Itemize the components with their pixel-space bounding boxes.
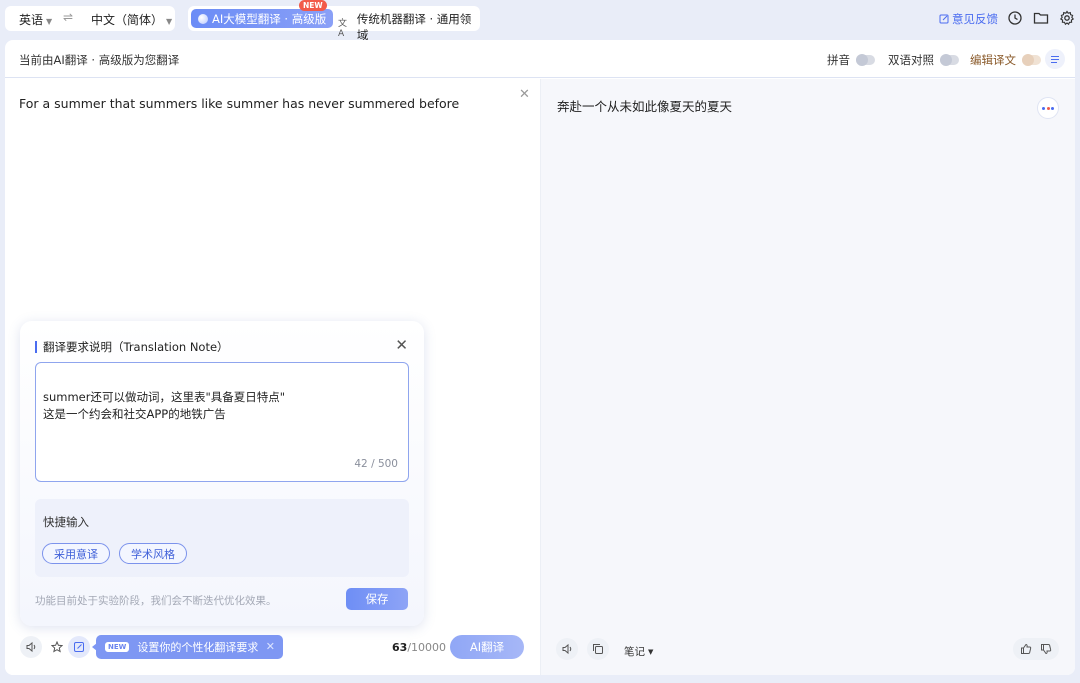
pinyin-label: 拼音: [827, 53, 850, 67]
source-language-dropdown[interactable]: 英语 ▼: [19, 11, 52, 28]
translation-note-popup: 翻译要求说明（Translation Note） ✕ summer还可以做动词，…: [20, 321, 424, 626]
notes-label: 笔记: [624, 646, 645, 658]
note-title: 翻译要求说明（Translation Note）: [35, 341, 229, 353]
translate-icon: 文A: [338, 18, 348, 39]
clear-icon[interactable]: ✕: [519, 87, 530, 102]
thumbs-up-icon[interactable]: [1020, 643, 1032, 655]
target-pane: 奔赴一个从未如此像夏天的夏天: [540, 79, 1075, 675]
speaker-icon: [562, 643, 572, 655]
chip-free-translation[interactable]: 采用意译: [42, 543, 110, 564]
translation-panel: 当前由AI翻译 · 高级版为您翻译 拼音 双语对照 编辑译文 For a sum…: [5, 40, 1075, 675]
speaker-button[interactable]: [20, 636, 42, 658]
translation-mode-tabs: AI大模型翻译 · 高级版 NEW 文A 传统机器翻译 · 通用领域: [188, 0, 480, 42]
target-language-label: 中文（简体）: [91, 13, 164, 27]
note-textarea[interactable]: summer还可以做动词，这里表"具备夏日特点" 这是一个约会和社交APP的地铁…: [35, 362, 409, 482]
gear-icon[interactable]: [1059, 10, 1075, 26]
swap-languages-icon[interactable]: ⇌: [63, 10, 73, 24]
quick-input-section: 快捷输入 采用意译 学术风格: [35, 499, 409, 577]
bilingual-toggle[interactable]: [940, 54, 959, 66]
close-icon[interactable]: ✕: [266, 640, 275, 653]
tab-mt-label: 传统机器翻译 · 通用领域: [356, 12, 472, 42]
tab-ai-translation[interactable]: AI大模型翻译 · 高级版: [191, 9, 334, 28]
ai-assistant-icon[interactable]: [1037, 97, 1059, 119]
target-speaker-button[interactable]: [556, 638, 578, 660]
chip-academic-style[interactable]: 学术风格: [119, 543, 187, 564]
translation-output: 奔赴一个从未如此像夏天的夏天: [557, 99, 733, 114]
star-icon[interactable]: [51, 641, 63, 653]
new-badge: NEW: [299, 0, 327, 11]
note-content: summer还可以做动词，这里表"具备夏日特点" 这是一个约会和社交APP的地铁…: [43, 390, 286, 421]
bilingual-label: 双语对照: [888, 53, 934, 67]
copy-button[interactable]: [587, 638, 609, 660]
rating-group: [1013, 638, 1059, 660]
pinyin-toggle[interactable]: [856, 54, 875, 66]
folder-icon[interactable]: [1033, 10, 1049, 26]
bilingual-toggle-row: 双语对照: [888, 52, 959, 68]
thumbs-down-icon[interactable]: [1040, 643, 1052, 655]
note-char-count: 42 / 500: [354, 458, 398, 470]
edit-toggle-row: 编辑译文: [970, 52, 1041, 68]
feedback-link[interactable]: 意见反馈: [939, 11, 998, 27]
ai-orb-icon: [198, 13, 208, 24]
ai-translate-button[interactable]: AI翻译: [450, 635, 524, 659]
source-text-input[interactable]: For a summer that summers like summer ha…: [19, 96, 459, 111]
save-button[interactable]: 保存: [346, 588, 408, 610]
edit-translation-toggle[interactable]: [1022, 54, 1041, 66]
options-bar: 当前由AI翻译 · 高级版为您翻译 拼音 双语对照 编辑译文: [5, 40, 1075, 78]
target-language-dropdown[interactable]: 中文（简体） ▼: [91, 11, 172, 28]
tab-ai-label: AI大模型翻译 · 高级版: [212, 11, 327, 26]
char-used: 63: [392, 641, 408, 654]
lines-icon: [1051, 55, 1059, 63]
pinyin-toggle-row: 拼音: [827, 52, 875, 68]
history-icon[interactable]: [1007, 10, 1023, 26]
note-button[interactable]: [68, 636, 90, 658]
caret-down-icon: ▼: [648, 647, 654, 656]
experimental-notice: 功能目前处于实验阶段，我们会不断迭代优化效果。: [35, 595, 277, 607]
chevron-down-icon: ▼: [166, 17, 173, 26]
speaker-icon: [26, 641, 36, 653]
tab-machine-translation[interactable]: 文A 传统机器翻译 · 通用领域: [338, 11, 480, 43]
char-limit: /10000: [407, 641, 447, 654]
edit-icon: [939, 14, 949, 24]
source-language-label: 英语: [19, 13, 44, 27]
notes-dropdown[interactable]: 笔记 ▼: [624, 644, 653, 659]
language-selector: 英语 ▼ ⇌ 中文（简体） ▼: [5, 6, 175, 31]
close-icon[interactable]: ✕: [395, 336, 408, 354]
feedback-label: 意见反馈: [952, 12, 998, 26]
quick-input-title: 快捷输入: [43, 515, 89, 529]
edit-translation-label: 编辑译文: [970, 53, 1016, 67]
edit-note-icon: [74, 642, 84, 652]
char-count: 63/10000: [392, 641, 446, 654]
engine-hint: 当前由AI翻译 · 高级版为您翻译: [19, 53, 180, 67]
tip-text: 设置你的个性化翻译要求: [137, 641, 259, 654]
copy-icon: [593, 644, 603, 654]
personalize-tip[interactable]: NEW 设置你的个性化翻译要求 ✕: [92, 635, 283, 659]
top-bar: 英语 ▼ ⇌ 中文（简体） ▼ AI大模型翻译 · 高级版 NEW 文A 传统机器翻…: [0, 0, 1080, 42]
menu-button[interactable]: [1045, 49, 1065, 69]
new-badge: NEW: [105, 642, 130, 652]
chevron-down-icon: ▼: [46, 17, 53, 26]
